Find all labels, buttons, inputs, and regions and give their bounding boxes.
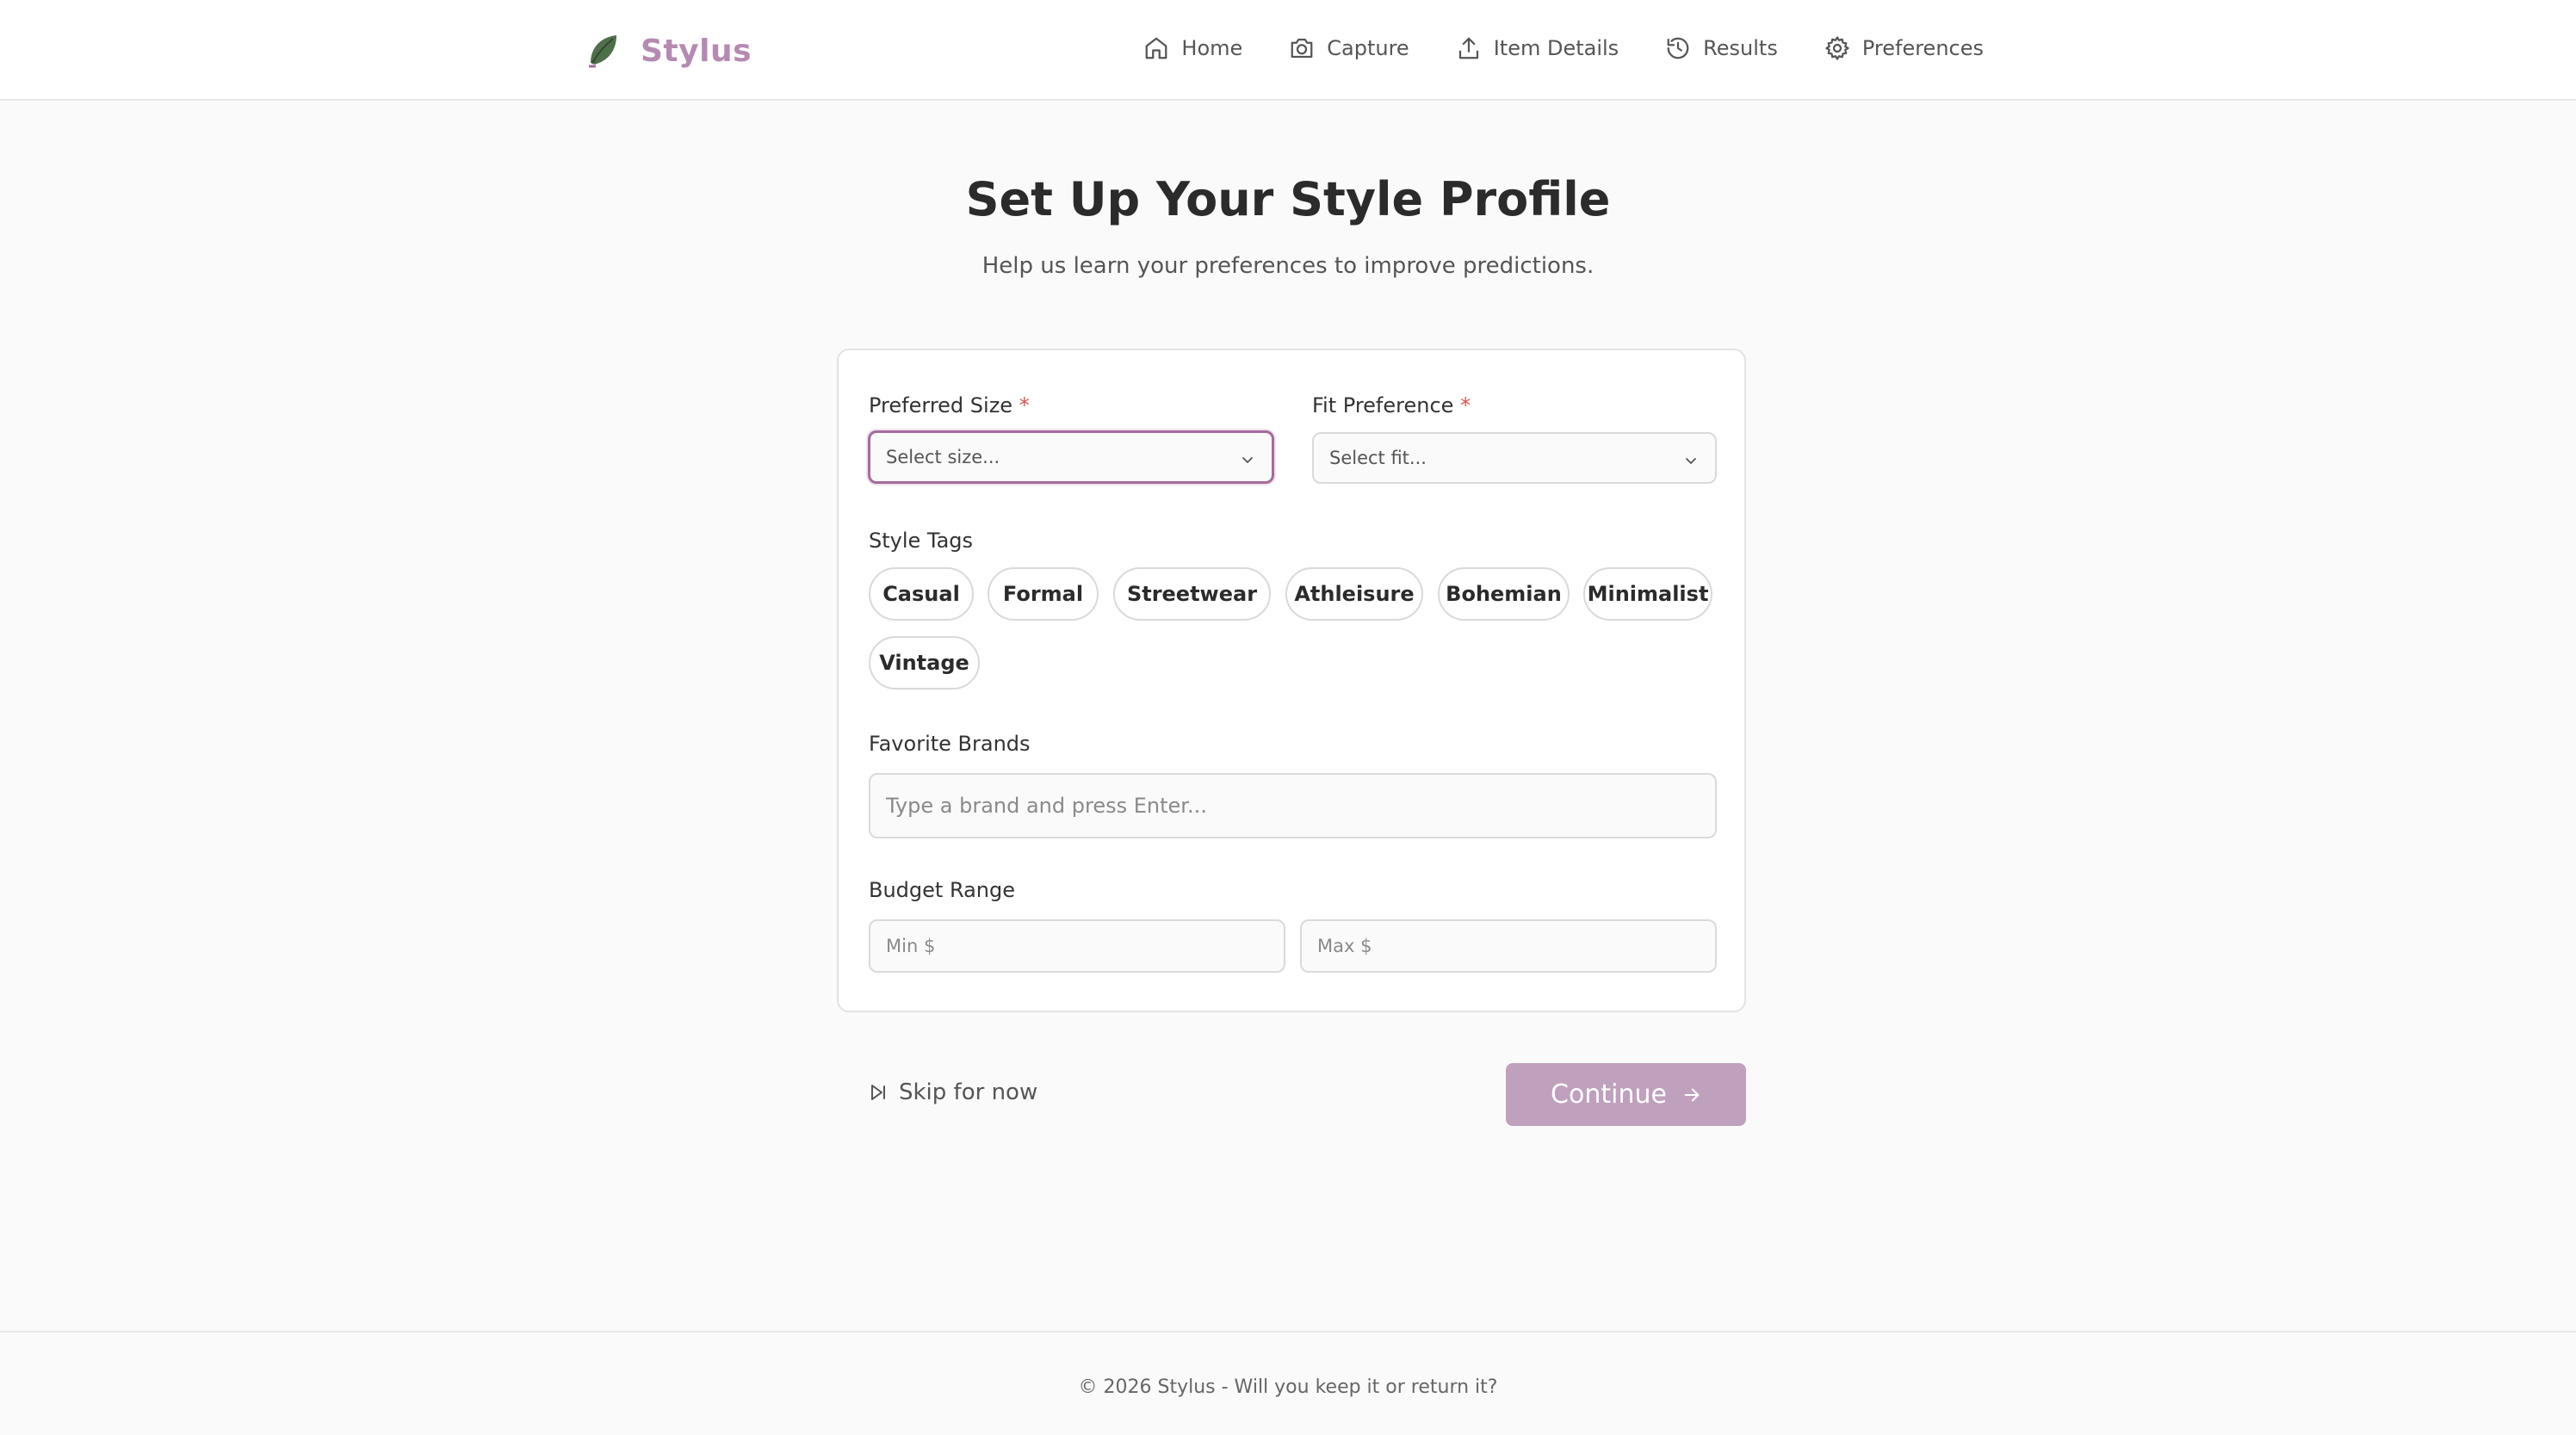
leaf-logo-icon: [589, 35, 616, 68]
top-header: Stylus Home Capture Item Details Results…: [0, 0, 2576, 101]
history-icon: [1667, 37, 1689, 59]
budget-min-input[interactable]: [869, 919, 1285, 973]
budget-max-input[interactable]: [1300, 919, 1717, 973]
nav-preferences-label: Preferences: [1861, 36, 1984, 60]
tag-formal[interactable]: Formal: [988, 567, 1099, 621]
nav-preferences[interactable]: Preferences: [1824, 35, 1984, 61]
tag-minimalist[interactable]: Minimalist: [1583, 567, 1712, 621]
skip-forward-icon: [871, 1085, 885, 1100]
upload-icon: [1458, 37, 1478, 59]
budget-label: Budget Range: [869, 878, 1016, 902]
brand[interactable]: Stylus: [587, 29, 752, 72]
arrow-right-icon: [1684, 1088, 1700, 1101]
chevron-down-icon: [1686, 458, 1696, 464]
brands-label: Favorite Brands: [869, 732, 1031, 756]
main-nav: Home Capture Item Details Results Prefer…: [1097, 31, 1984, 65]
tag-casual[interactable]: Casual: [869, 567, 974, 621]
nav-results[interactable]: Results: [1665, 35, 1778, 61]
style-profile-card: Preferred Size * Select size... Fit Pref…: [837, 349, 1746, 1012]
nav-item-details[interactable]: Item Details: [1456, 35, 1619, 61]
tag-vintage[interactable]: Vintage: [869, 636, 980, 690]
tag-athleisure[interactable]: Athleisure: [1285, 567, 1423, 621]
size-label-text: Preferred Size: [869, 393, 1013, 418]
size-required-mark: *: [1019, 393, 1030, 418]
size-select-placeholder: Select size...: [886, 447, 1000, 467]
continue-label: Continue: [1551, 1079, 1667, 1110]
continue-button[interactable]: Continue: [1506, 1063, 1746, 1126]
style-tags-label: Style Tags: [869, 529, 974, 553]
size-label: Preferred Size *: [869, 393, 1030, 418]
nav-capture-label: Capture: [1327, 36, 1409, 60]
page-title: Set Up Your Style Profile: [965, 172, 1611, 226]
gear-icon: [1825, 36, 1849, 60]
brand-name: Stylus: [641, 33, 752, 69]
nav-item-details-label: Item Details: [1493, 36, 1619, 60]
chevron-down-icon: [1242, 457, 1253, 463]
nav-results-label: Results: [1703, 36, 1778, 60]
nav-capture[interactable]: Capture: [1289, 35, 1409, 61]
nav-home[interactable]: Home: [1143, 35, 1242, 61]
camera-icon: [1291, 38, 1313, 59]
footer: © 2026 Stylus - Will you keep it or retu…: [0, 1331, 2576, 1435]
footer-text: © 2026 Stylus - Will you keep it or retu…: [1078, 1376, 1498, 1398]
page-subtitle: Help us learn your preferences to improv…: [981, 253, 1595, 279]
fit-label: Fit Preference *: [1312, 393, 1471, 418]
home-icon: [1146, 37, 1167, 59]
skip-button[interactable]: Skip for now: [868, 1079, 1037, 1105]
brands-input[interactable]: [869, 773, 1717, 838]
tag-bohemian[interactable]: Bohemian: [1438, 567, 1570, 621]
skip-label: Skip for now: [899, 1079, 1038, 1105]
fit-label-text: Fit Preference: [1312, 393, 1454, 418]
tag-streetwear[interactable]: Streetwear: [1113, 567, 1271, 621]
nav-home-label: Home: [1181, 36, 1243, 60]
size-select[interactable]: Select size...: [868, 430, 1274, 484]
fit-select[interactable]: Select fit...: [1312, 432, 1717, 484]
fit-select-placeholder: Select fit...: [1329, 448, 1427, 468]
fit-required-mark: *: [1460, 393, 1471, 418]
